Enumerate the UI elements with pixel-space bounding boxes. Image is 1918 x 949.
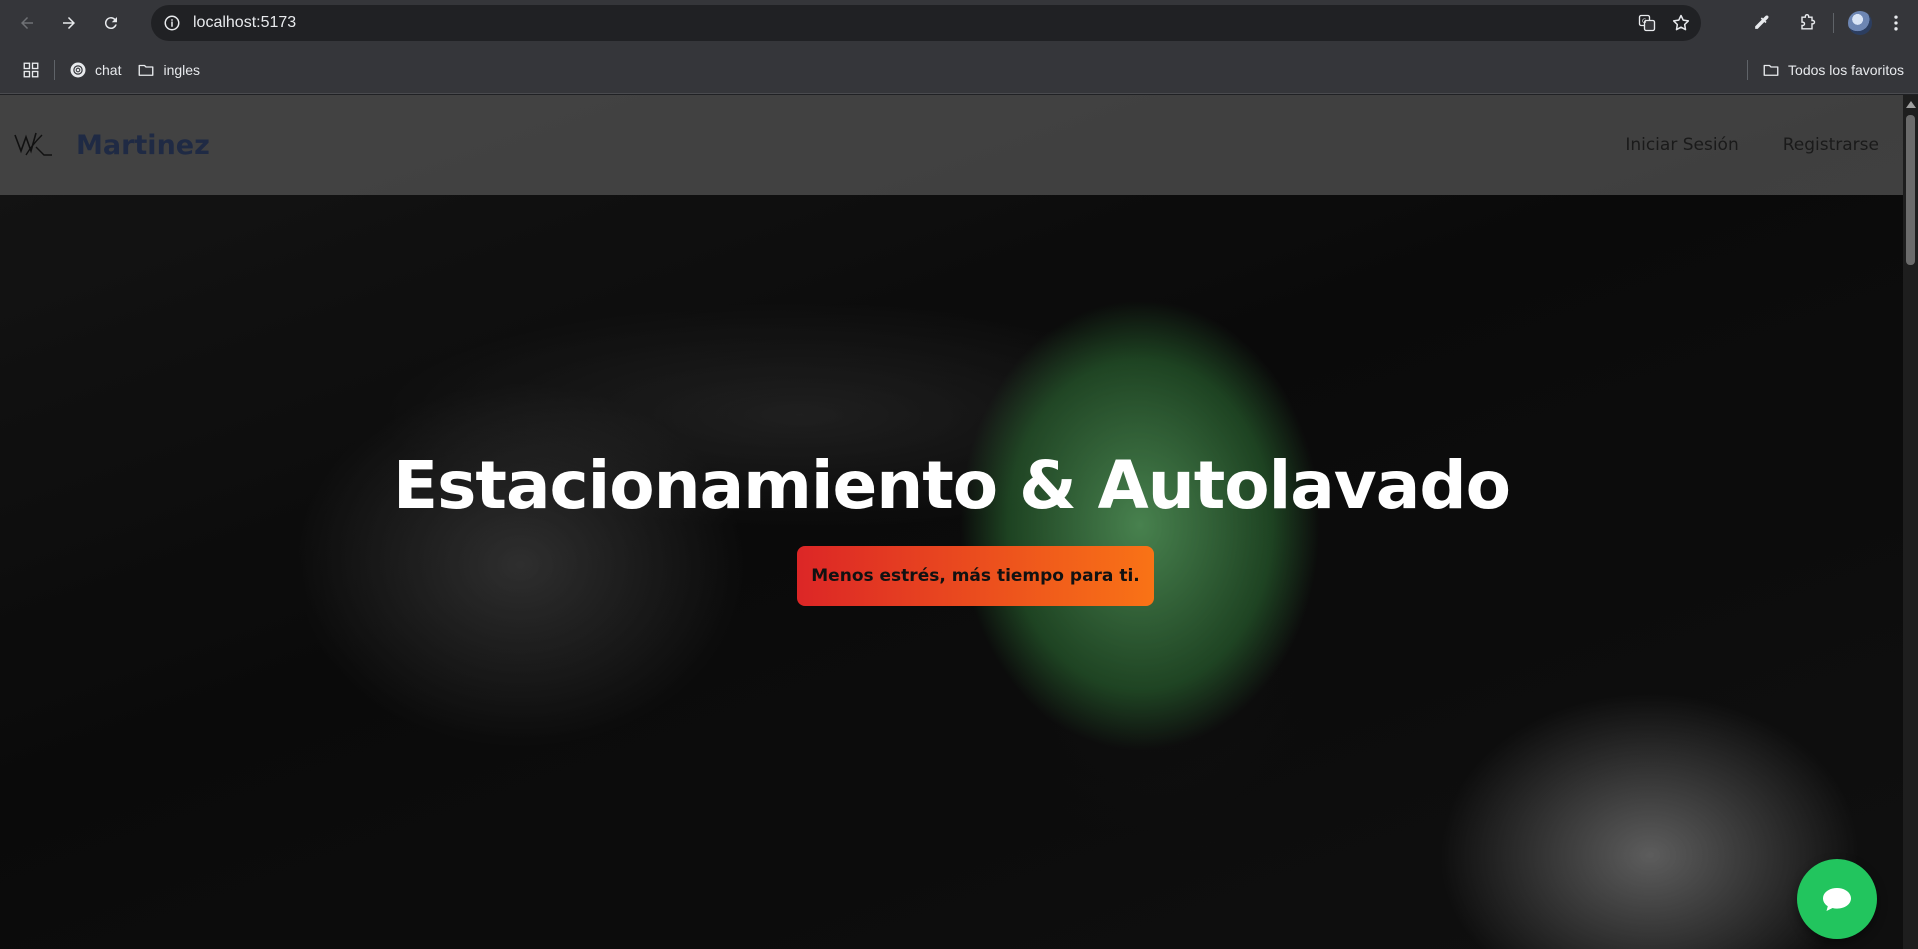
reload-button[interactable] [96,8,126,38]
bookmark-ingles[interactable]: ingles [129,55,208,85]
bookmarks-divider [54,59,55,80]
page-viewport: Martinez Iniciar Sesión Registrarse Esta… [0,95,1918,949]
site-nav: Iniciar Sesión Registrarse [1625,95,1879,195]
chatgpt-icon [70,62,86,77]
arrow-right-icon [63,17,75,29]
site-header: Martinez Iniciar Sesión Registrarse [0,95,1903,195]
svg-text:G: G [1642,19,1647,25]
scroll-up-arrow-icon[interactable] [1906,101,1916,108]
scrollbar-thumb[interactable] [1906,115,1915,265]
puzzle-icon [1801,14,1816,30]
hero-title: Estacionamiento & Autolavado [393,447,1511,524]
login-link[interactable]: Iniciar Sesión [1625,135,1738,155]
apps-grid-icon [23,62,39,77]
forward-button[interactable] [54,8,84,38]
all-bookmarks-label: Todos los favoritos [1788,62,1904,78]
apps-button[interactable] [14,55,48,85]
address-bar[interactable]: localhost:5173 G [151,5,1701,41]
page-scrollbar[interactable] [1903,95,1918,949]
menu-button[interactable] [1878,5,1914,41]
avatar [1848,11,1872,35]
kebab-menu-icon [1894,15,1898,31]
star-icon[interactable] [1671,13,1691,33]
translate-icon[interactable]: G [1637,13,1657,33]
browser-toolbar: localhost:5173 G [0,0,1918,46]
logo-icon[interactable] [12,125,54,165]
all-bookmarks-button[interactable]: Todos los favoritos [1754,55,1912,85]
eyedropper-icon [1755,15,1769,29]
bookmark-label: ingles [163,61,201,78]
arrow-left-icon [21,17,33,29]
site-info-icon[interactable] [161,12,183,34]
folder-icon [1763,64,1779,76]
register-link[interactable]: Registrarse [1783,135,1879,155]
bookmark-label: chat [95,61,122,78]
back-button[interactable] [12,8,42,38]
extensions-button[interactable] [1789,5,1825,41]
toolbar-divider [1833,13,1834,33]
bookmark-chat[interactable]: chat [61,55,129,85]
chat-bubble-icon [1823,888,1851,911]
hero-tagline-badge: Menos estrés, más tiempo para ti. [797,546,1154,606]
bookmarks-divider [1747,60,1749,80]
reload-icon [104,17,117,30]
brand-name[interactable]: Martinez [76,130,210,161]
bookmarks-bar: chat ingles Todos los favoritos [0,46,1918,94]
folder-icon [139,64,154,76]
eyedropper-button[interactable] [1743,5,1779,41]
url-text[interactable]: localhost:5173 [193,14,296,32]
chat-button[interactable] [1797,859,1877,939]
profile-button[interactable] [1842,5,1878,41]
